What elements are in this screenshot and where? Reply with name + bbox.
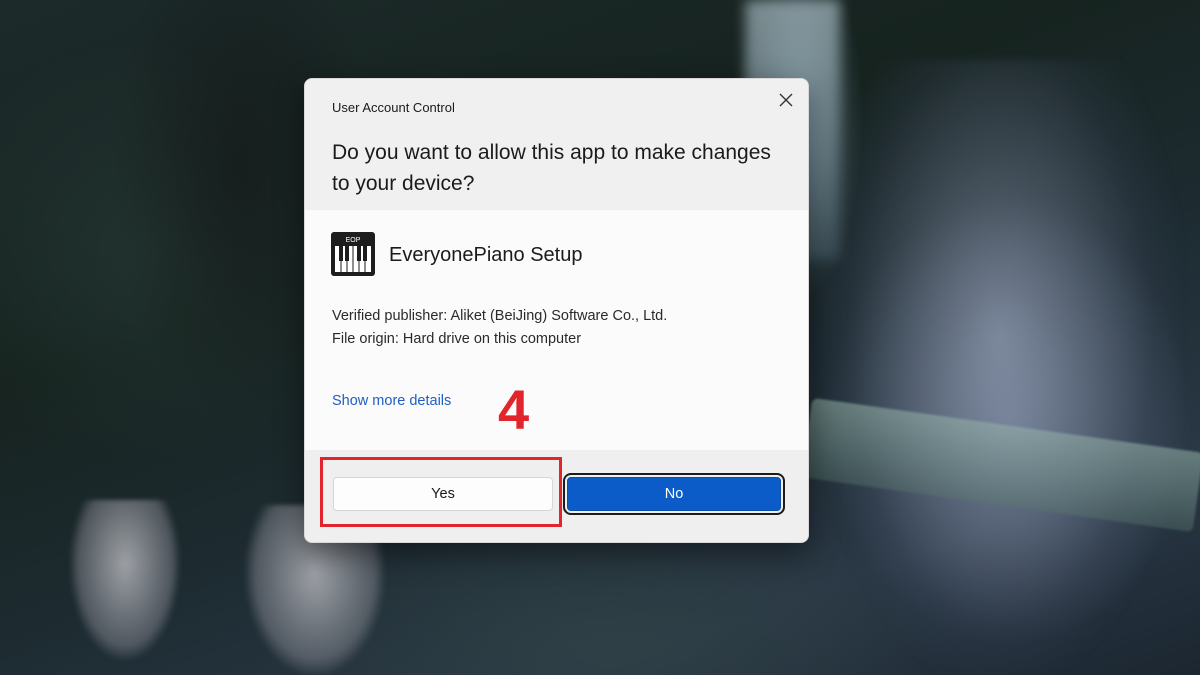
desktop-background: User Account Control Do you want to allo…: [0, 0, 1200, 675]
dialog-body: EOP EveryonePiano Setup Verified publish…: [305, 210, 808, 450]
file-origin: File origin: Hard drive on this computer: [332, 331, 582, 347]
dialog-title: User Account Control: [332, 100, 455, 115]
show-more-details-link[interactable]: Show more details: [332, 393, 451, 409]
app-name: EveryonePiano Setup: [389, 244, 583, 266]
dialog-header: User Account Control Do you want to allo…: [305, 79, 808, 211]
close-icon: [779, 93, 793, 107]
yes-button-highlight: [320, 457, 562, 527]
background-rabbit: [70, 500, 180, 660]
app-icon-label: EOP: [346, 237, 361, 244]
close-button[interactable]: [771, 85, 801, 115]
no-button[interactable]: No: [567, 477, 781, 511]
step-number-annotation: 4: [498, 378, 530, 441]
dialog-question: Do you want to allow this app to make ch…: [332, 141, 771, 195]
background-figure-right: [820, 60, 1180, 675]
verified-publisher: Verified publisher: Aliket (BeiJing) Sof…: [332, 308, 668, 324]
piano-keys-icon: EOP: [331, 232, 375, 276]
